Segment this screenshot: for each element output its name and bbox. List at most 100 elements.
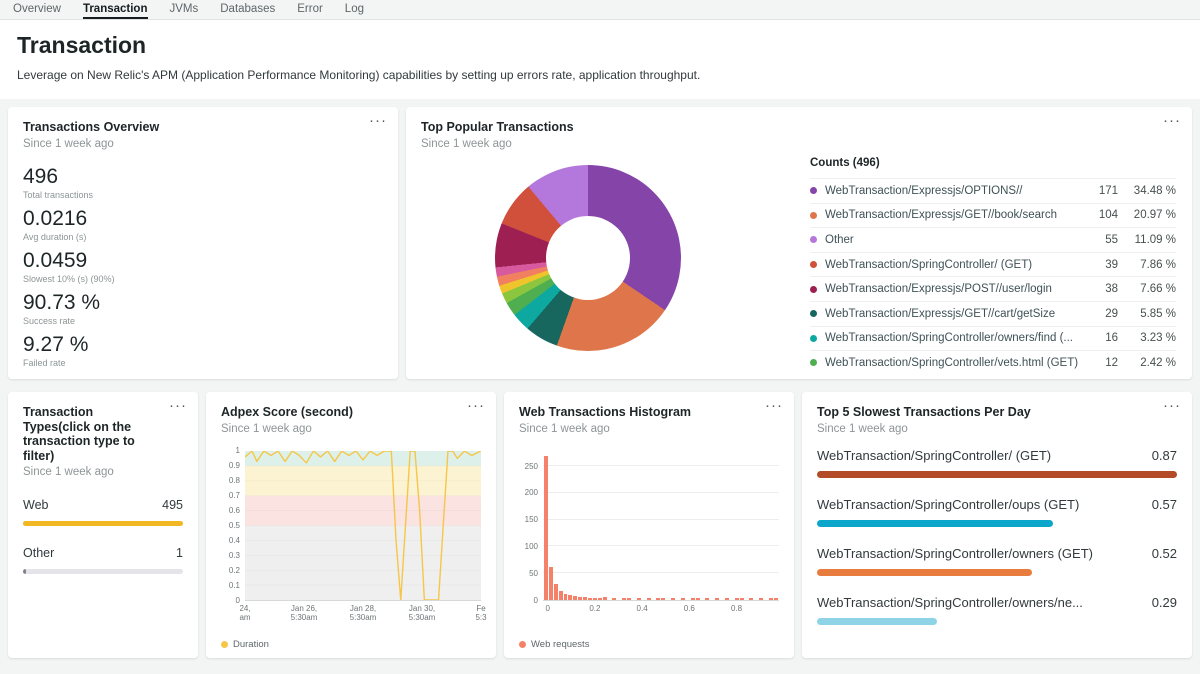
adpex-x-tick: Jan 26,5:30am bbox=[291, 604, 318, 623]
legend-row[interactable]: WebTransaction/SpringController/owners/f… bbox=[810, 326, 1176, 351]
histogram-y-tick: 0 bbox=[534, 596, 538, 605]
histogram-bar bbox=[622, 598, 626, 599]
legend-row[interactable]: WebTransaction/Expressjs/POST//user/logi… bbox=[810, 276, 1176, 301]
legend-row[interactable]: Other5511.09 % bbox=[810, 227, 1176, 252]
legend-pct: 3.23 % bbox=[1118, 332, 1176, 344]
card-since: Since 1 week ago bbox=[519, 423, 779, 435]
legend-transaction-name: Other bbox=[825, 234, 1082, 246]
card-since: Since 1 week ago bbox=[221, 423, 481, 435]
page-title: Transaction bbox=[17, 32, 1183, 59]
histogram-bar bbox=[568, 595, 572, 599]
legend-color-dot bbox=[810, 261, 817, 268]
histogram-x-tick: 0.6 bbox=[684, 604, 695, 614]
card-title: Top 5 Slowest Transactions Per Day bbox=[817, 405, 1157, 420]
tab-error[interactable]: Error bbox=[297, 0, 323, 19]
stat-label: Slowest 10% (s) (90%) bbox=[23, 274, 383, 284]
overview-stat: 496Total transactions bbox=[23, 165, 383, 200]
tab-overview[interactable]: Overview bbox=[13, 0, 61, 19]
card-menu-icon[interactable]: ··· bbox=[467, 400, 485, 412]
histogram-bar bbox=[593, 598, 597, 600]
legend-count: 171 bbox=[1082, 185, 1118, 197]
slowest-transaction-row[interactable]: WebTransaction/SpringController/owners/n… bbox=[817, 595, 1177, 625]
adpex-y-axis: 10.90.80.70.60.50.40.30.20.10 bbox=[221, 451, 245, 601]
type-bar bbox=[23, 569, 183, 574]
legend-color-dot bbox=[810, 212, 817, 219]
slowest-transaction-name: WebTransaction/SpringController/oups (GE… bbox=[817, 497, 1091, 512]
slowest-transaction-value: 0.87 bbox=[1152, 448, 1177, 463]
adpex-x-tick: 24,am bbox=[239, 604, 250, 623]
histogram-bar bbox=[544, 456, 548, 600]
card-menu-icon[interactable]: ··· bbox=[369, 115, 387, 127]
slowest-transaction-row[interactable]: WebTransaction/SpringController/ (GET)0.… bbox=[817, 448, 1177, 478]
slowest-transaction-row[interactable]: WebTransaction/SpringController/oups (GE… bbox=[817, 497, 1177, 527]
histogram-x-tick: 0.8 bbox=[731, 604, 742, 614]
type-label: Web bbox=[23, 498, 48, 512]
histogram-plot bbox=[543, 451, 779, 601]
tab-databases[interactable]: Databases bbox=[220, 0, 275, 19]
card-since: Since 1 week ago bbox=[817, 423, 1177, 435]
card-menu-icon[interactable]: ··· bbox=[169, 400, 187, 412]
legend-count: 55 bbox=[1082, 234, 1118, 246]
slowest-transaction-name: WebTransaction/SpringController/owners (… bbox=[817, 546, 1105, 561]
transaction-type-row[interactable]: Web495 bbox=[23, 498, 183, 526]
card-menu-icon[interactable]: ··· bbox=[1163, 115, 1181, 127]
legend-row[interactable]: WebTransaction/Expressjs/GET//cart/getSi… bbox=[810, 301, 1176, 326]
duration-legend-label: Duration bbox=[233, 639, 269, 650]
histogram-bar bbox=[583, 597, 587, 599]
histogram-y-tick: 150 bbox=[525, 515, 538, 524]
card-menu-icon[interactable]: ··· bbox=[1163, 400, 1181, 412]
legend-transaction-name: WebTransaction/SpringController/vets.htm… bbox=[825, 357, 1082, 369]
legend-row[interactable]: WebTransaction/Expressjs/GET//book/searc… bbox=[810, 203, 1176, 228]
tab-log[interactable]: Log bbox=[345, 0, 364, 19]
adpex-legend[interactable]: Duration bbox=[221, 639, 269, 650]
adpex-plot bbox=[245, 451, 481, 601]
overview-stats: 496Total transactions0.0216Avg duration … bbox=[23, 165, 383, 368]
histogram-bar bbox=[612, 598, 616, 600]
histogram-bar bbox=[735, 598, 739, 599]
overview-stat: 0.0459Slowest 10% (s) (90%) bbox=[23, 249, 383, 284]
transaction-type-rows: Web495 Other1 bbox=[23, 498, 183, 574]
type-label: Other bbox=[23, 546, 54, 560]
histogram-bar bbox=[691, 598, 695, 599]
histogram-bar bbox=[671, 598, 675, 600]
legend-transaction-name: WebTransaction/Expressjs/GET//cart/getSi… bbox=[825, 308, 1082, 320]
legend-count: 29 bbox=[1082, 308, 1118, 320]
legend-row[interactable]: WebTransaction/SpringController/vets.htm… bbox=[810, 350, 1176, 375]
slowest-transaction-row[interactable]: WebTransaction/SpringController/owners (… bbox=[817, 546, 1177, 576]
legend-color-dot bbox=[810, 310, 817, 317]
histogram-bar bbox=[681, 598, 685, 599]
card-web-transactions-histogram: Web Transactions Histogram Since 1 week … bbox=[504, 392, 794, 658]
histogram-x-tick: 0.4 bbox=[637, 604, 648, 614]
legend-row[interactable]: WebTransaction/SpringController/ (GET)39… bbox=[810, 252, 1176, 277]
slowest-transaction-name: WebTransaction/SpringController/owners/n… bbox=[817, 595, 1095, 610]
transactions-legend: Counts (496) WebTransaction/Expressjs/OP… bbox=[810, 157, 1176, 375]
legend-color-dot bbox=[810, 359, 817, 366]
slowest-transaction-bar bbox=[817, 618, 937, 625]
tab-transaction[interactable]: Transaction bbox=[83, 0, 148, 19]
histogram-bars bbox=[543, 451, 779, 600]
histogram-x-axis: 00.20.40.60.8 bbox=[543, 604, 779, 626]
histogram-x-tick: 0 bbox=[545, 604, 549, 614]
web-requests-legend-label: Web requests bbox=[531, 639, 589, 650]
histogram-y-tick: 200 bbox=[525, 488, 538, 497]
card-menu-icon[interactable]: ··· bbox=[765, 400, 783, 412]
adpex-y-tick: 0.9 bbox=[229, 461, 240, 470]
legend-count: 12 bbox=[1082, 357, 1118, 369]
histogram-bar bbox=[549, 567, 553, 600]
adpex-x-axis: 24,amJan 26,5:30amJan 28,5:30amJan 30,5:… bbox=[245, 604, 481, 626]
adpex-y-tick: 1 bbox=[236, 446, 240, 455]
adpex-chart: 10.90.80.70.60.50.40.30.20.10 bbox=[221, 451, 481, 601]
tab-jvms[interactable]: JVMs bbox=[170, 0, 199, 19]
slowest-transaction-bar bbox=[817, 471, 1177, 478]
histogram-legend[interactable]: Web requests bbox=[519, 639, 589, 650]
legend-color-dot bbox=[810, 335, 817, 342]
slowest-transaction-value: 0.52 bbox=[1152, 546, 1177, 561]
legend-row[interactable]: WebTransaction/Expressjs/OPTIONS//17134.… bbox=[810, 178, 1176, 203]
transaction-type-row[interactable]: Other1 bbox=[23, 546, 183, 574]
histogram-bar bbox=[554, 584, 558, 600]
legend-rows: WebTransaction/Expressjs/OPTIONS//17134.… bbox=[810, 178, 1176, 375]
histogram-bar bbox=[769, 598, 773, 599]
card-title: Top Popular Transactions bbox=[421, 120, 1157, 135]
card-top-popular-transactions: Top Popular Transactions Since 1 week ag… bbox=[406, 107, 1192, 379]
legend-count: 104 bbox=[1082, 209, 1118, 221]
